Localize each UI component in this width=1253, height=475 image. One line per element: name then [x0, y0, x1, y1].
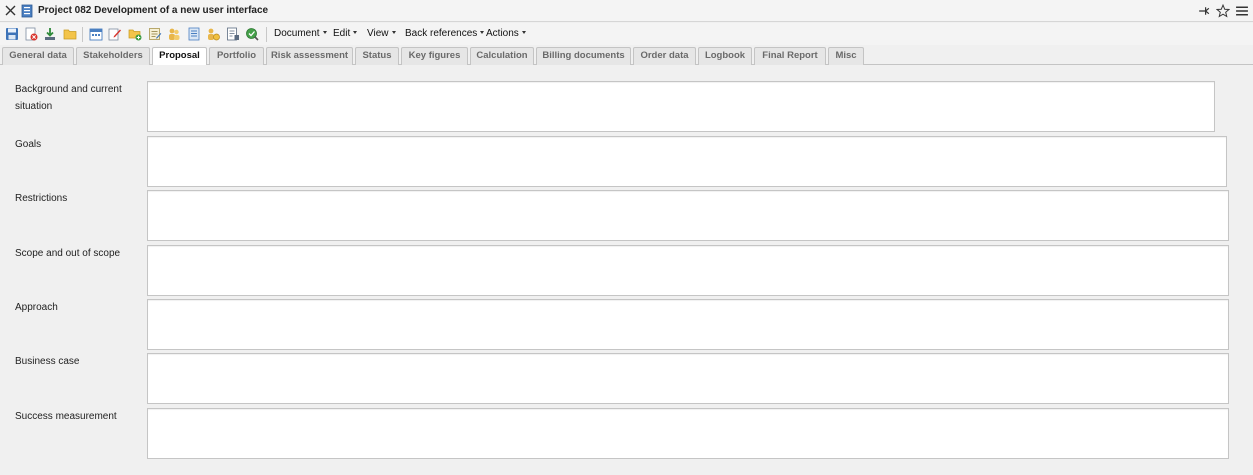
menu-view[interactable]: View	[367, 28, 396, 39]
people-icon[interactable]	[167, 27, 181, 41]
folder-icon[interactable]	[63, 27, 77, 41]
approach-input[interactable]	[147, 299, 1229, 350]
tab-risk-assessment[interactable]: Risk assessment	[266, 47, 353, 65]
restrictions-input[interactable]	[147, 190, 1229, 241]
caret-down-icon	[322, 30, 327, 34]
tab-calculation[interactable]: Calculation	[470, 47, 534, 65]
menu-edit[interactable]: Edit	[333, 28, 358, 39]
delete-icon[interactable]	[24, 27, 38, 41]
menu-actions[interactable]: Actions	[486, 28, 526, 39]
search-check-icon[interactable]	[245, 27, 259, 41]
field-label-business-case: Business case	[15, 356, 80, 367]
document-icon	[21, 4, 33, 18]
tab-stakeholders[interactable]: Stakeholders	[76, 47, 150, 65]
add-folder-icon[interactable]	[128, 27, 142, 41]
tab-misc[interactable]: Misc	[828, 47, 864, 65]
star-icon[interactable]	[1216, 4, 1230, 18]
pin-icon[interactable]	[1197, 4, 1211, 18]
list-icon[interactable]	[187, 27, 201, 41]
calendar-icon[interactable]	[89, 27, 103, 41]
goals-input[interactable]	[147, 136, 1227, 187]
success-measurement-input[interactable]	[147, 408, 1229, 459]
report-icon[interactable]	[226, 27, 240, 41]
tab-proposal[interactable]: Proposal	[152, 47, 207, 66]
window-actions	[1197, 4, 1249, 18]
caret-down-icon	[480, 30, 485, 34]
tab-status[interactable]: Status	[355, 47, 399, 65]
caret-down-icon	[391, 30, 396, 34]
scope-input[interactable]	[147, 245, 1229, 296]
business-case-input[interactable]	[147, 353, 1229, 404]
tab-key-figures[interactable]: Key figures	[401, 47, 468, 65]
tab-bar: General data Stakeholders Proposal Portf…	[0, 46, 1253, 66]
tab-final-report[interactable]: Final Report	[754, 47, 826, 65]
window-title: Project 082 Development of a new user in…	[38, 5, 269, 16]
toolbar-separator	[266, 27, 267, 42]
caret-down-icon	[353, 30, 358, 34]
coins-icon[interactable]	[206, 27, 220, 41]
close-icon[interactable]	[4, 4, 17, 17]
toolbar: Document Edit View Back references Actio…	[0, 23, 1253, 45]
caret-down-icon	[521, 30, 526, 34]
field-label-background: Background and current situation	[15, 84, 122, 112]
save-icon[interactable]	[5, 27, 19, 41]
proposal-form: Background and current situation Goals R…	[0, 65, 1253, 475]
tab-order-data[interactable]: Order data	[633, 47, 696, 65]
tab-logbook[interactable]: Logbook	[698, 47, 752, 65]
field-label-success-measurement: Success measurement	[15, 411, 117, 422]
download-icon[interactable]	[43, 27, 57, 41]
field-label-goals: Goals	[15, 139, 42, 150]
title-bar: Project 082 Development of a new user in…	[0, 0, 1253, 22]
field-label-restrictions: Restrictions	[15, 193, 68, 204]
menu-back-references[interactable]: Back references	[405, 28, 485, 39]
tab-portfolio[interactable]: Portfolio	[209, 47, 264, 65]
note-icon[interactable]	[148, 27, 162, 41]
tab-billing-documents[interactable]: Billing documents	[536, 47, 631, 65]
toolbar-separator	[82, 27, 83, 42]
field-label-scope: Scope and out of scope	[15, 248, 121, 259]
background-input[interactable]	[147, 81, 1215, 132]
menu-document[interactable]: Document	[274, 28, 327, 39]
field-label-approach: Approach	[15, 302, 58, 313]
tab-general-data[interactable]: General data	[2, 47, 74, 65]
edit-icon[interactable]	[108, 27, 122, 41]
hamburger-menu-icon[interactable]	[1235, 4, 1249, 18]
